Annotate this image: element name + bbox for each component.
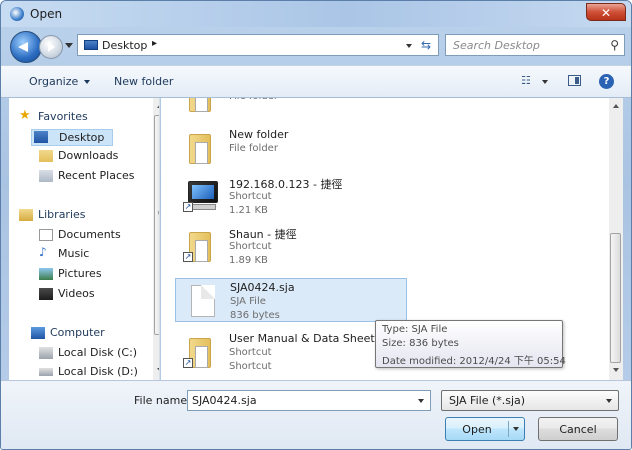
view-options-dropdown[interactable] [542, 80, 548, 84]
file-item-folder[interactable]: File folder [175, 98, 407, 118]
shortcut-arrow-icon: ↗ [183, 202, 193, 212]
shortcut-arrow-icon: ↗ [183, 358, 193, 368]
desktop-icon [34, 131, 48, 143]
recent-locations-dropdown[interactable] [65, 43, 73, 48]
close-button[interactable]: ✕ [586, 3, 626, 21]
downloads-icon [39, 150, 53, 162]
command-bar: Organize New folder ☷ ? [1, 65, 631, 98]
address-location[interactable]: Desktop [102, 39, 147, 52]
address-row: Desktop ▸ ⇆ Search Desktop ⚲ [1, 27, 631, 65]
organize-button[interactable]: Organize [29, 75, 90, 88]
window-title: Open [30, 7, 63, 21]
star-icon: ★ [19, 108, 31, 123]
breadcrumb-chevron-icon[interactable]: ▸ [152, 38, 157, 49]
scroll-up-arrow[interactable] [157, 104, 159, 108]
file-name-label: File name: [134, 394, 191, 407]
preview-pane-icon[interactable] [568, 75, 581, 86]
file-tooltip: Type: SJA File Size: 836 bytes Date modi… [375, 320, 566, 368]
file-item-new-folder[interactable]: New folder File folder [175, 126, 407, 170]
file-item-shortcut-ip[interactable]: ↗ 192.168.0.123 - 捷徑 Shortcut 1.21 KB [175, 174, 407, 218]
address-dropdown-icon[interactable] [406, 44, 412, 48]
nav-scrollbar[interactable]: ≡ [153, 98, 159, 380]
folder-icon: ↗ [183, 334, 215, 368]
folder-icon [183, 98, 215, 112]
open-button-label: Open [462, 423, 492, 436]
folder-icon [183, 130, 215, 164]
address-bar[interactable]: Desktop ▸ ⇆ [77, 34, 439, 56]
dialog-footer: File name: SJA0424.sja SJA File (*.sja) … [1, 380, 631, 449]
doc-icon [184, 283, 216, 317]
search-input[interactable]: Search Desktop ⚲ [445, 34, 625, 56]
file-type-dropdown-icon [606, 399, 612, 403]
open-button-divider [508, 421, 509, 437]
scroll-down-arrow[interactable] [157, 368, 159, 372]
app-icon [10, 7, 24, 21]
change-view-icon[interactable]: ☷ [521, 74, 535, 88]
videos-icon [39, 288, 53, 300]
back-button[interactable] [10, 31, 42, 63]
open-options-dropdown-icon[interactable] [513, 427, 519, 431]
tooltip-size: Size: 836 bytes [382, 338, 459, 349]
documents-icon [39, 229, 53, 241]
open-dialog: Open ✕ Desktop ▸ ⇆ Search Desktop ⚲ Orga… [0, 0, 632, 450]
computer-icon: ↗ [183, 178, 218, 212]
refresh-icon[interactable]: ⇆ [421, 38, 431, 52]
scrollbar-thumb[interactable] [154, 115, 159, 335]
file-name-dropdown-icon[interactable] [418, 399, 424, 403]
nav-desktop[interactable]: Desktop [31, 129, 113, 146]
cancel-button-label: Cancel [559, 423, 597, 436]
open-button[interactable]: Open [445, 417, 525, 441]
tooltip-date: Date modified: 2012/4/24 下午 05:54 [382, 356, 566, 367]
new-folder-button[interactable]: New folder [114, 75, 173, 88]
search-placeholder: Search Desktop [453, 39, 540, 52]
help-icon[interactable]: ? [599, 74, 614, 89]
drive-c-icon [39, 347, 53, 359]
title-bar[interactable]: Open ✕ [1, 1, 631, 27]
scroll-up-arrow[interactable] [613, 104, 619, 108]
pictures-icon [39, 268, 53, 280]
search-icon[interactable]: ⚲ [610, 38, 619, 52]
scrollbar-thumb[interactable] [610, 233, 621, 363]
drive-d-icon [39, 368, 53, 376]
tooltip-type: Type: SJA File [382, 324, 448, 335]
file-name-value: SJA0424.sja [192, 394, 257, 407]
music-icon: ♪ [39, 245, 47, 259]
computer-icon [31, 327, 45, 339]
forward-button[interactable] [39, 35, 63, 59]
file-name-input[interactable]: SJA0424.sja [187, 390, 431, 411]
cancel-button[interactable]: Cancel [538, 417, 618, 441]
file-item-shortcut-shaun[interactable]: ↗ Shaun - 捷徑 Shortcut 1.89 KB [175, 224, 407, 268]
libraries-icon [19, 209, 33, 221]
file-type-select[interactable]: SJA File (*.sja) [441, 390, 619, 411]
file-type-value: SJA File (*.sja) [449, 394, 526, 407]
folder-icon: ↗ [183, 228, 215, 262]
shortcut-arrow-icon: ↗ [183, 252, 193, 262]
close-icon: ✕ [600, 6, 612, 20]
recent-places-icon [39, 170, 53, 182]
file-item-sja[interactable]: SJA0424.sja SJA File 836 bytes [175, 278, 407, 322]
file-item-user-manual[interactable]: ↗ User Manual & Data Sheet - Shortcut Sh… [175, 330, 407, 374]
file-list: File folder New folder File folder ↗ 192… [161, 98, 623, 380]
grip-icon: ≡ [157, 208, 159, 217]
file-list-scrollbar[interactable] [609, 98, 623, 380]
desktop-icon [84, 40, 98, 50]
navigation-pane: ★ Favorites Desktop Downloads Recent Pla… [9, 98, 160, 380]
scroll-down-arrow[interactable] [613, 368, 619, 372]
